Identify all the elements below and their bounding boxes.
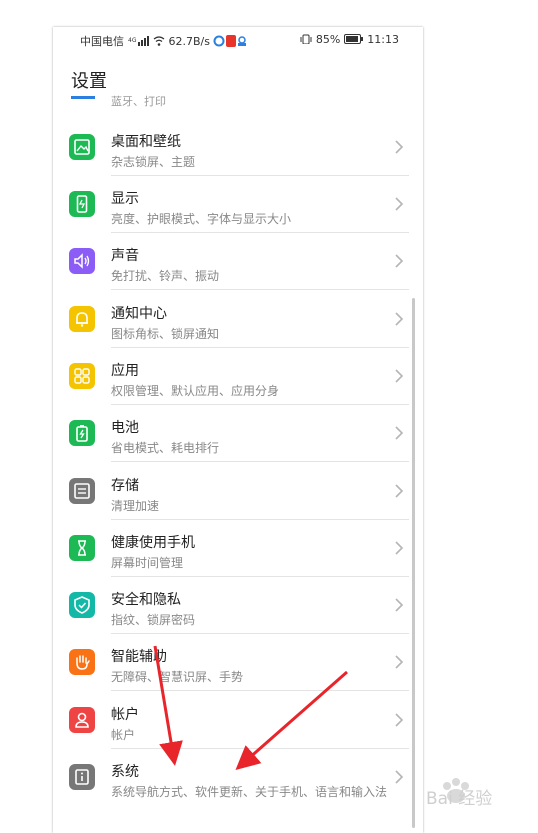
list-item-subtitle: 杂志锁屏、主题 — [111, 155, 196, 169]
signal-icon: 4G — [128, 35, 150, 49]
list-item-subtitle: 屏幕时间管理 — [111, 556, 184, 570]
chevron-right-icon — [393, 310, 405, 328]
list-item-label: 帐户 — [111, 707, 139, 723]
list-item-subtitle: 省电模式、耗电排行 — [111, 441, 220, 455]
list-item[interactable]: 智能辅助无障碍、智慧识屏、手势 — [53, 634, 423, 691]
list-item-label: 智能辅助 — [111, 649, 167, 665]
list-item-label: 声音 — [111, 248, 139, 264]
shield-icon — [69, 592, 95, 618]
list-item-label: 显示 — [111, 191, 139, 207]
clock: 11:13 — [367, 33, 399, 46]
list-item-subtitle: 无障碍、智慧识屏、手势 — [111, 670, 244, 684]
chevron-right-icon — [393, 768, 405, 786]
list-item[interactable]: 安全和隐私指纹、锁屏密码 — [53, 577, 423, 634]
battery-icon — [69, 420, 95, 446]
list-item[interactable]: 应用权限管理、默认应用、应用分身 — [53, 348, 423, 405]
hourglass-icon — [69, 535, 95, 561]
chevron-right-icon — [393, 482, 405, 500]
partial-item-sub: 蓝牙、打印 — [111, 95, 166, 108]
list-item[interactable]: 通知中心图标角标、锁屏通知 — [53, 291, 423, 348]
chevron-right-icon — [393, 252, 405, 270]
hand-icon — [69, 649, 95, 675]
list-item-label: 应用 — [111, 363, 139, 379]
speaker-icon — [69, 248, 95, 274]
page-title: 设置 — [71, 71, 107, 92]
list-item-subtitle: 图标角标、锁屏通知 — [111, 327, 220, 341]
chevron-right-icon — [393, 711, 405, 729]
chevron-right-icon — [393, 367, 405, 385]
chevron-right-icon — [393, 195, 405, 213]
list-item-subtitle: 帐户 — [111, 728, 136, 742]
list-item[interactable]: 电池省电模式、耗电排行 — [53, 405, 423, 462]
list-item-label: 存储 — [111, 478, 139, 494]
list-item[interactable]: 帐户 帐户 — [53, 692, 423, 749]
list-item[interactable]: 桌面和壁纸杂志锁屏、主题 — [53, 119, 423, 176]
watermark-text: Bai 经验 — [426, 789, 492, 809]
bell-icon — [69, 306, 95, 332]
image-icon — [69, 134, 95, 160]
network-speed: 62.7B/s — [168, 35, 210, 48]
list-item-subtitle: 权限管理、默认应用、应用分身 — [111, 384, 280, 398]
list-item-subtitle: 指纹、锁屏密码 — [111, 613, 196, 627]
list-item-subtitle: 免打扰、铃声、振动 — [111, 269, 220, 283]
list-item-partial[interactable]: 蓝牙、打印 — [53, 95, 423, 119]
storage-icon — [69, 478, 95, 504]
divider — [111, 461, 409, 462]
list-item[interactable]: 声音免打扰、铃声、振动 — [53, 233, 423, 290]
app-notification-icon — [213, 34, 247, 50]
svg-text:4G: 4G — [128, 37, 137, 44]
carrier-name: 中国电信 — [80, 35, 124, 48]
vibrate-icon — [300, 34, 312, 47]
list-item[interactable]: 显示亮度、护眼模式、字体与显示大小 — [53, 176, 423, 233]
list-item-label: 桌面和壁纸 — [111, 134, 181, 150]
watermark-logo: Bai 经验 — [426, 778, 492, 809]
chevron-right-icon — [393, 138, 405, 156]
display-icon — [69, 191, 95, 217]
scrollbar[interactable] — [412, 298, 415, 828]
info-icon — [69, 764, 95, 790]
list-item-subtitle: 清理加速 — [111, 499, 160, 513]
chevron-right-icon — [393, 539, 405, 557]
phone-screen: 中国电信 4G 62.7B/s 85% 11:13 设置 蓝牙、打印 桌面和壁纸… — [53, 27, 423, 833]
status-bar: 中国电信 4G 62.7B/s 85% 11:13 — [53, 27, 423, 53]
list-item-label: 安全和隐私 — [111, 592, 181, 608]
list-item-label: 电池 — [111, 420, 139, 436]
list-item-subtitle: 系统导航方式、软件更新、关于手机、语言和输入法 — [111, 785, 388, 799]
list-item[interactable]: 系统系统导航方式、软件更新、关于手机、语言和输入法 — [53, 749, 423, 833]
battery-status-icon — [343, 33, 364, 47]
chevron-right-icon — [393, 424, 405, 442]
list-item-subtitle: 亮度、护眼模式、字体与显示大小 — [111, 212, 292, 226]
user-icon — [69, 707, 95, 733]
wifi-icon — [153, 35, 165, 49]
divider — [111, 289, 409, 290]
battery-percent: 85% — [315, 33, 341, 46]
list-item-label: 系统 — [111, 764, 139, 780]
apps-grid-icon — [69, 363, 95, 389]
bluetooth-icon — [71, 95, 95, 99]
divider — [111, 690, 409, 691]
list-item[interactable]: 存储 清理加速 — [53, 463, 423, 520]
chevron-right-icon — [393, 653, 405, 671]
list-item[interactable]: 健康使用手机 屏幕时间管理 — [53, 520, 423, 577]
chevron-right-icon — [393, 596, 405, 614]
list-item-label: 健康使用手机 — [111, 535, 195, 551]
list-item-label: 通知中心 — [111, 306, 167, 322]
